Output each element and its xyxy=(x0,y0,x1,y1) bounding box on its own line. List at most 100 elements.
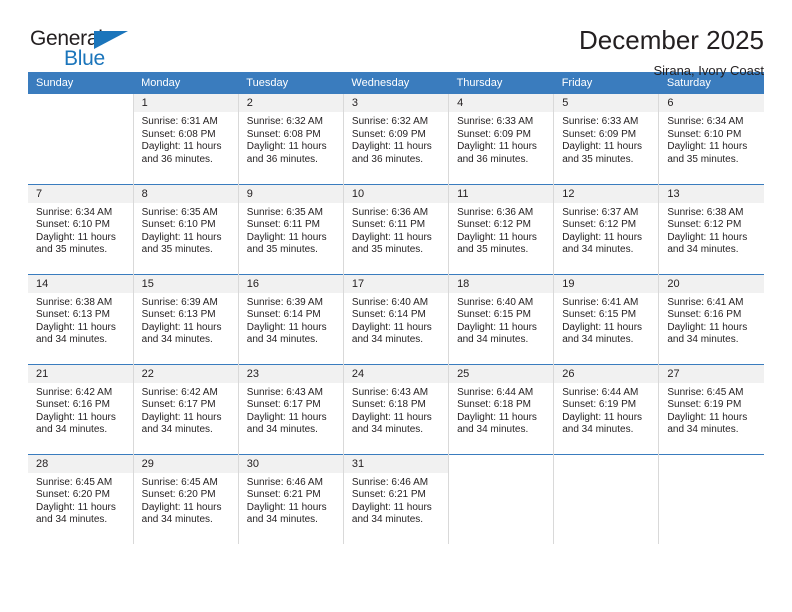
calendar-day-cell[interactable]: 13 Sunrise: 6:38 AM Sunset: 6:12 PM Dayligh… xyxy=(658,183,764,274)
calendar-day-cell[interactable]: 10 Sunrise: 6:36 AM Sunset: 6:11 PM Dayligh… xyxy=(343,183,450,274)
daylight-text-line2: and 36 minutes. xyxy=(351,153,424,165)
sunrise-text: Sunrise: 6:40 AM xyxy=(351,296,429,308)
day-info: Sunrise: 6:46 AM Sunset: 6:21 PM Daylight:… xyxy=(344,473,448,527)
calendar-day-cell[interactable]: 18 Sunrise: 6:40 AM Sunset: 6:15 PM Dayligh… xyxy=(448,273,555,364)
calendar-day-cell[interactable]: 6 Sunrise: 6:34 AM Sunset: 6:10 PM Daylight… xyxy=(658,94,764,184)
daylight-text-line1: Daylight: 11 hours xyxy=(246,501,327,513)
sunrise-text: Sunrise: 6:45 AM xyxy=(667,386,744,398)
sunset-text: Sunset: 6:11 PM xyxy=(351,219,426,231)
daylight-text-line2: and 35 minutes. xyxy=(246,244,318,256)
day-number: 3 xyxy=(343,94,449,112)
sunset-text: Sunset: 6:14 PM xyxy=(246,309,321,321)
calendar-day-cell[interactable]: 3 Sunrise: 6:32 AM Sunset: 6:09 PM Daylight… xyxy=(343,94,450,184)
calendar-table: Sunday Monday Tuesday Wednesday Thursday… xyxy=(28,72,764,544)
day-number: 8 xyxy=(133,184,238,203)
calendar-day-cell[interactable]: 12 Sunrise: 6:37 AM Sunset: 6:12 PM Dayligh… xyxy=(553,183,660,274)
calendar-day-cell[interactable]: 19 Sunrise: 6:41 AM Sunset: 6:15 PM Dayligh… xyxy=(553,273,660,364)
day-info: Sunrise: 6:32 AM Sunset: 6:09 PM Daylight:… xyxy=(344,112,448,166)
calendar-day-cell[interactable]: 4 Sunrise: 6:33 AM Sunset: 6:09 PM Daylight… xyxy=(448,94,555,184)
sunset-text: Sunset: 6:13 PM xyxy=(141,309,216,321)
day-number: 15 xyxy=(133,274,238,293)
calendar-day-cell[interactable]: 9 Sunrise: 6:35 AM Sunset: 6:11 PM Daylight… xyxy=(238,183,344,274)
calendar-day-cell[interactable]: 29 Sunrise: 6:45 AM Sunset: 6:20 PM Dayligh… xyxy=(133,453,239,544)
day-info: Sunrise: 6:33 AM Sunset: 6:09 PM Daylight:… xyxy=(554,112,658,166)
calendar-day-cell[interactable]: 25 Sunrise: 6:44 AM Sunset: 6:18 PM Dayligh… xyxy=(448,363,555,454)
sunrise-text: Sunrise: 6:41 AM xyxy=(667,296,744,308)
daylight-text-line1: Daylight: 11 hours xyxy=(457,141,537,153)
daylight-text-line1: Daylight: 11 hours xyxy=(562,141,643,153)
calendar-day-cell[interactable]: 23 Sunrise: 6:43 AM Sunset: 6:17 PM Dayligh… xyxy=(238,363,344,454)
daylight-text-line2: and 34 minutes. xyxy=(36,514,108,526)
day-info: Sunrise: 6:43 AM Sunset: 6:17 PM Daylight:… xyxy=(239,383,343,437)
day-number: 10 xyxy=(343,184,449,203)
daylight-text-line1: Daylight: 11 hours xyxy=(36,501,116,513)
day-number: 9 xyxy=(238,184,343,203)
calendar-day-cell[interactable]: 11 Sunrise: 6:36 AM Sunset: 6:12 PM Dayligh… xyxy=(448,183,555,274)
daylight-text-line1: Daylight: 11 hours xyxy=(562,411,643,423)
calendar-day-cell[interactable]: 27 Sunrise: 6:45 AM Sunset: 6:19 PM Dayligh… xyxy=(658,363,764,454)
calendar-day-cell[interactable]: 22 Sunrise: 6:42 AM Sunset: 6:17 PM Dayligh… xyxy=(133,363,239,454)
daylight-text-line1: Daylight: 11 hours xyxy=(141,141,222,153)
calendar-cell-empty xyxy=(658,453,764,544)
page-title: December 2025 xyxy=(579,25,764,55)
sunset-text: Sunset: 6:19 PM xyxy=(562,399,637,411)
sunset-text: Sunset: 6:20 PM xyxy=(141,489,216,501)
sunrise-text: Sunrise: 6:45 AM xyxy=(141,476,218,488)
sunset-text: Sunset: 6:13 PM xyxy=(36,309,110,321)
calendar-day-cell[interactable]: 5 Sunrise: 6:33 AM Sunset: 6:09 PM Daylight… xyxy=(553,94,660,184)
day-number: 13 xyxy=(659,184,764,203)
calendar-body: 1 Sunrise: 6:31 AM Sunset: 6:08 PM Daylight… xyxy=(28,94,764,544)
calendar-day-cell[interactable]: 31 Sunrise: 6:46 AM Sunset: 6:21 PM Dayligh… xyxy=(343,453,450,544)
day-info: Sunrise: 6:41 AM Sunset: 6:16 PM Daylight:… xyxy=(659,293,764,347)
sunset-text: Sunset: 6:21 PM xyxy=(246,489,321,501)
day-number: 6 xyxy=(659,94,764,112)
calendar-day-cell[interactable]: 2 Sunrise: 6:32 AM Sunset: 6:08 PM Daylight… xyxy=(238,94,344,184)
sunrise-text: Sunrise: 6:36 AM xyxy=(457,206,534,218)
calendar-day-cell[interactable]: 21 Sunrise: 6:42 AM Sunset: 6:16 PM Dayligh… xyxy=(28,363,134,454)
day-info: Sunrise: 6:40 AM Sunset: 6:15 PM Daylight:… xyxy=(449,293,553,347)
day-info: Sunrise: 6:40 AM Sunset: 6:14 PM Daylight:… xyxy=(344,293,448,347)
sunrise-text: Sunrise: 6:42 AM xyxy=(36,386,113,398)
calendar-day-cell[interactable]: 15 Sunrise: 6:39 AM Sunset: 6:13 PM Dayligh… xyxy=(133,273,239,364)
daylight-text-line2: and 34 minutes. xyxy=(562,244,634,256)
daylight-text-line1: Daylight: 11 hours xyxy=(36,321,116,333)
calendar-day-cell[interactable]: 16 Sunrise: 6:39 AM Sunset: 6:14 PM Dayligh… xyxy=(238,273,344,364)
sunset-text: Sunset: 6:18 PM xyxy=(457,399,531,411)
day-info: Sunrise: 6:39 AM Sunset: 6:14 PM Daylight:… xyxy=(239,293,343,347)
sunset-text: Sunset: 6:14 PM xyxy=(351,309,426,321)
day-info: Sunrise: 6:45 AM Sunset: 6:19 PM Daylight:… xyxy=(659,383,764,437)
day-info: Sunrise: 6:34 AM Sunset: 6:10 PM Daylight:… xyxy=(28,203,133,257)
calendar-day-cell[interactable]: 8 Sunrise: 6:35 AM Sunset: 6:10 PM Daylight… xyxy=(133,183,239,274)
day-number: 2 xyxy=(238,94,343,112)
sunrise-text: Sunrise: 6:41 AM xyxy=(562,296,639,308)
sunrise-text: Sunrise: 6:46 AM xyxy=(246,476,323,488)
calendar-day-cell[interactable]: 17 Sunrise: 6:40 AM Sunset: 6:14 PM Dayligh… xyxy=(343,273,450,364)
weekday-header-wednesday: Wednesday xyxy=(343,72,449,94)
daylight-text-line2: and 35 minutes. xyxy=(36,244,108,256)
sunrise-text: Sunrise: 6:33 AM xyxy=(562,116,639,127)
day-number: 30 xyxy=(238,454,343,473)
sunrise-text: Sunrise: 6:45 AM xyxy=(36,476,113,488)
calendar-day-cell[interactable]: 20 Sunrise: 6:41 AM Sunset: 6:16 PM Dayligh… xyxy=(658,273,764,364)
calendar-day-cell[interactable]: 28 Sunrise: 6:45 AM Sunset: 6:20 PM Dayligh… xyxy=(28,453,134,544)
daylight-text-line1: Daylight: 11 hours xyxy=(351,231,432,243)
calendar-day-cell[interactable]: 30 Sunrise: 6:46 AM Sunset: 6:21 PM Dayligh… xyxy=(238,453,344,544)
sunrise-text: Sunrise: 6:44 AM xyxy=(457,386,534,398)
calendar-day-cell[interactable]: 24 Sunrise: 6:43 AM Sunset: 6:18 PM Dayligh… xyxy=(343,363,450,454)
calendar-day-cell[interactable]: 26 Sunrise: 6:44 AM Sunset: 6:19 PM Dayligh… xyxy=(553,363,660,454)
sunrise-text: Sunrise: 6:46 AM xyxy=(351,476,429,488)
calendar-day-cell[interactable]: 14 Sunrise: 6:38 AM Sunset: 6:13 PM Dayligh… xyxy=(28,273,134,364)
daylight-text-line1: Daylight: 11 hours xyxy=(141,411,222,423)
daylight-text-line2: and 35 minutes. xyxy=(667,153,739,165)
generalblue-logo[interactable]: General Blue xyxy=(28,24,148,72)
day-number: 26 xyxy=(554,364,659,383)
sunset-text: Sunset: 6:16 PM xyxy=(36,399,110,411)
day-info: Sunrise: 6:45 AM Sunset: 6:20 PM Daylight:… xyxy=(28,473,133,527)
sunset-text: Sunset: 6:20 PM xyxy=(36,489,110,501)
calendar-day-cell[interactable]: 7 Sunrise: 6:34 AM Sunset: 6:10 PM Daylight… xyxy=(28,183,134,274)
sunrise-text: Sunrise: 6:43 AM xyxy=(246,386,323,398)
sunrise-text: Sunrise: 6:39 AM xyxy=(246,296,323,308)
day-number xyxy=(554,454,659,473)
calendar-week-row: 21 Sunrise: 6:42 AM Sunset: 6:16 PM Dayligh… xyxy=(28,363,764,454)
calendar-day-cell[interactable]: 1 Sunrise: 6:31 AM Sunset: 6:08 PM Daylight… xyxy=(133,94,239,184)
